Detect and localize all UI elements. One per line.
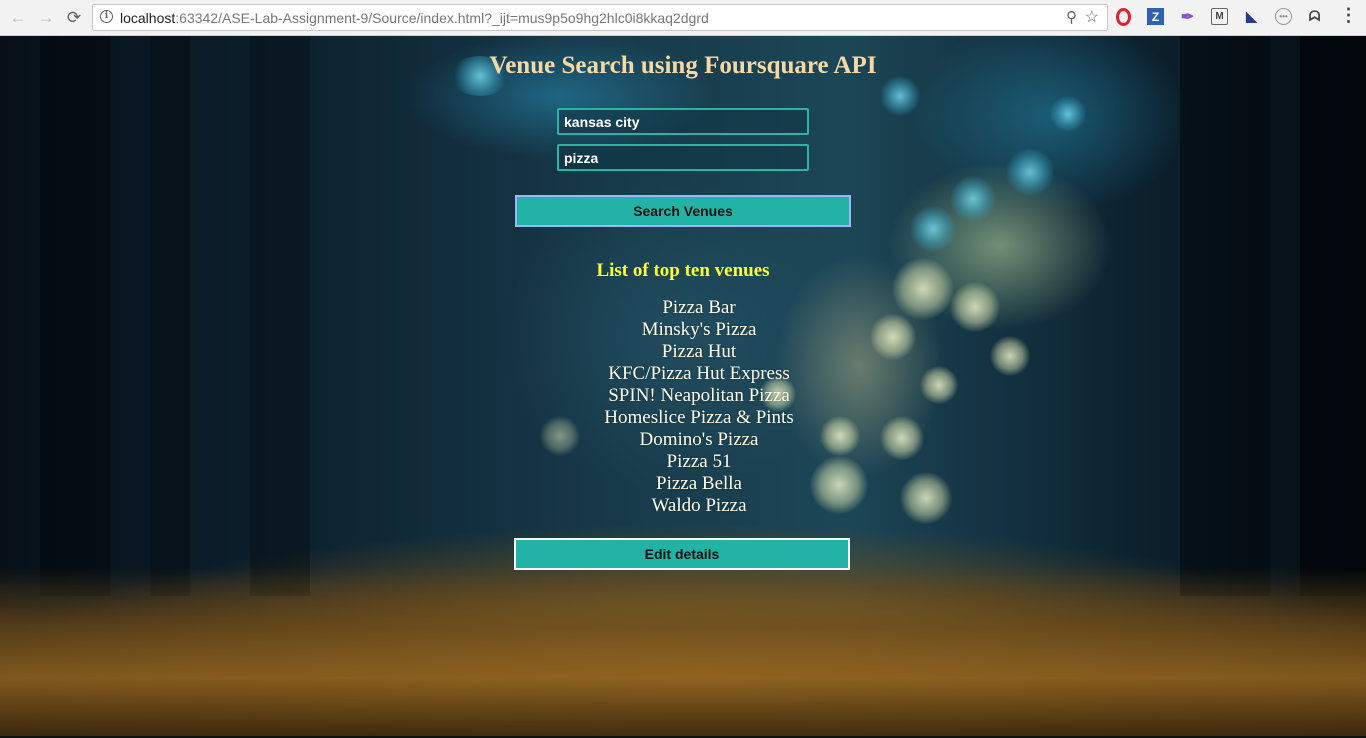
venue-list-heading: List of top ten venues <box>596 260 770 281</box>
back-arrow-icon: ← <box>9 8 27 27</box>
address-bar-url[interactable]: localhost:63342/ASE-Lab-Assignment-9/Sou… <box>120 10 709 26</box>
search-venues-button[interactable]: Search Venues <box>515 195 851 227</box>
venue-item: SPIN! Neapolitan Pizza <box>608 385 790 406</box>
venue-item: Minsky's Pizza <box>641 319 757 340</box>
venue-item: Pizza 51 <box>666 451 732 472</box>
url-host: localhost <box>120 10 176 26</box>
pen-extension-icon[interactable]: ✒ <box>1179 8 1196 26</box>
browser-toolbar: ← → ⟳ i localhost:63342/ASE-Lab-Assignme… <box>0 0 1366 36</box>
venue-item: Waldo Pizza <box>651 495 747 516</box>
page-title: Venue Search using Foursquare API <box>489 52 877 79</box>
ghost-extension-icon[interactable]: ᗣ <box>1306 8 1323 25</box>
venue-item: Homeslice Pizza & Pints <box>604 407 794 428</box>
main-content: Venue Search using Foursquare API Search… <box>0 36 1366 738</box>
url-path: :63342/ASE-Lab-Assignment-9/Source/index… <box>175 10 709 26</box>
flag-extension-icon[interactable]: ◣ <box>1243 8 1260 25</box>
forward-button[interactable]: → <box>34 6 58 30</box>
venue-list: Pizza Bar Minsky's Pizza Pizza Hut KFC/P… <box>533 297 865 517</box>
venue-item: Domino's Pizza <box>639 429 759 450</box>
z-extension-icon[interactable]: Z <box>1147 8 1164 25</box>
reload-button[interactable]: ⟳ <box>62 6 86 30</box>
city-input[interactable] <box>557 108 809 135</box>
dots-extension-icon[interactable]: ••• <box>1275 8 1292 25</box>
info-icon[interactable]: i <box>100 10 113 23</box>
opera-icon[interactable] <box>1116 8 1131 26</box>
back-button[interactable]: ← <box>6 6 30 30</box>
venue-item: Pizza Bar <box>662 297 736 318</box>
query-input[interactable] <box>557 144 809 171</box>
zoom-icon[interactable]: ⚲ <box>1066 8 1077 26</box>
edit-details-button[interactable]: Edit details <box>514 538 850 570</box>
reload-icon: ⟳ <box>66 8 82 27</box>
venue-item: KFC/Pizza Hut Express <box>608 363 790 384</box>
venue-item: Pizza Bella <box>656 473 742 494</box>
forward-arrow-icon: → <box>37 8 55 27</box>
venue-item: Pizza Hut <box>661 341 737 362</box>
address-bar[interactable]: i localhost:63342/ASE-Lab-Assignment-9/S… <box>92 4 1108 31</box>
browser-menu-icon[interactable]: ⋮ <box>1340 5 1358 25</box>
page-background: Venue Search using Foursquare API Search… <box>0 36 1366 738</box>
bookmark-star-icon[interactable]: ☆ <box>1085 7 1099 27</box>
m-extension-icon[interactable]: M <box>1211 8 1228 25</box>
